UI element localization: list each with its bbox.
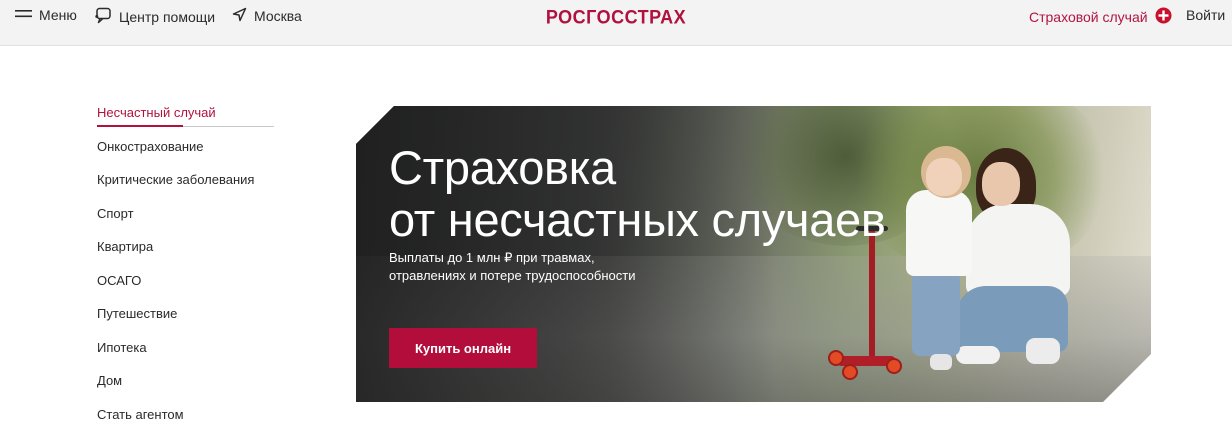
- woman-figure-shoe: [1026, 338, 1060, 364]
- woman-figure-shirt: [966, 204, 1070, 296]
- login-button[interactable]: Войти: [1186, 7, 1225, 23]
- sidebar-item-travel[interactable]: Путешествие: [97, 305, 275, 339]
- banner-subtitle-line1: Выплаты до 1 млн ₽ при травмах,: [389, 250, 595, 265]
- sidebar-item-sport[interactable]: Спорт: [97, 205, 275, 239]
- plus-circle-icon: [1155, 7, 1172, 27]
- girl-figure-face: [926, 158, 962, 196]
- buy-online-button[interactable]: Купить онлайн: [389, 328, 537, 368]
- help-center-link[interactable]: Центр помощи: [95, 7, 215, 27]
- scooter-stem: [869, 228, 875, 358]
- hero-banner: Страховка от несчастных случаев Выплаты …: [356, 106, 1151, 402]
- scooter-wheel: [886, 358, 902, 374]
- location-arrow-icon: [232, 7, 247, 25]
- banner-title: Страховка от несчастных случаев: [389, 142, 886, 246]
- chat-help-icon: [95, 7, 112, 27]
- product-sidebar: Несчастный случай Онкострахование Критич…: [97, 104, 275, 430]
- woman-figure-shoe: [956, 346, 1000, 364]
- sidebar-item-critical-illness[interactable]: Критические заболевания: [97, 171, 275, 205]
- sidebar-item-accident[interactable]: Несчастный случай: [97, 104, 275, 138]
- brand-logo[interactable]: РОСГОССТРАХ: [546, 6, 686, 29]
- login-label: Войти: [1186, 7, 1226, 23]
- banner-title-line2: от несчастных случаев: [389, 193, 886, 246]
- help-center-label: Центр помощи: [119, 9, 216, 25]
- city-label: Москва: [254, 8, 302, 24]
- sidebar-item-become-agent[interactable]: Стать агентом: [97, 406, 275, 430]
- top-header: Меню Центр помощи Москва РОСГОССТРАХ Стр…: [0, 0, 1232, 46]
- girl-figure-shoe: [930, 354, 952, 370]
- woman-figure-face: [982, 162, 1020, 206]
- scooter-wheel: [828, 350, 844, 366]
- sidebar-item-osago[interactable]: ОСАГО: [97, 272, 275, 306]
- sidebar-item-oncology[interactable]: Онкострахование: [97, 138, 275, 172]
- insurance-claim-label: Страховой случай: [1029, 9, 1148, 25]
- banner-subtitle-line2: отравлениях и потере трудоспособности: [389, 268, 636, 283]
- insurance-claim-link[interactable]: Страховой случай: [1029, 7, 1172, 27]
- banner-subtitle: Выплаты до 1 млн ₽ при травмах, отравлен…: [389, 249, 689, 285]
- girl-figure-shirt: [906, 190, 972, 276]
- sidebar-item-house[interactable]: Дом: [97, 372, 275, 406]
- scooter-wheel: [842, 364, 858, 380]
- menu-label: Меню: [39, 7, 77, 23]
- sidebar-item-mortgage[interactable]: Ипотека: [97, 339, 275, 373]
- sidebar-item-apartment[interactable]: Квартира: [97, 238, 275, 272]
- banner-title-line1: Страховка: [389, 141, 616, 194]
- menu-button[interactable]: Меню: [15, 7, 77, 23]
- city-selector[interactable]: Москва: [232, 7, 302, 25]
- girl-figure-legs: [912, 272, 960, 356]
- hamburger-icon: [15, 7, 32, 23]
